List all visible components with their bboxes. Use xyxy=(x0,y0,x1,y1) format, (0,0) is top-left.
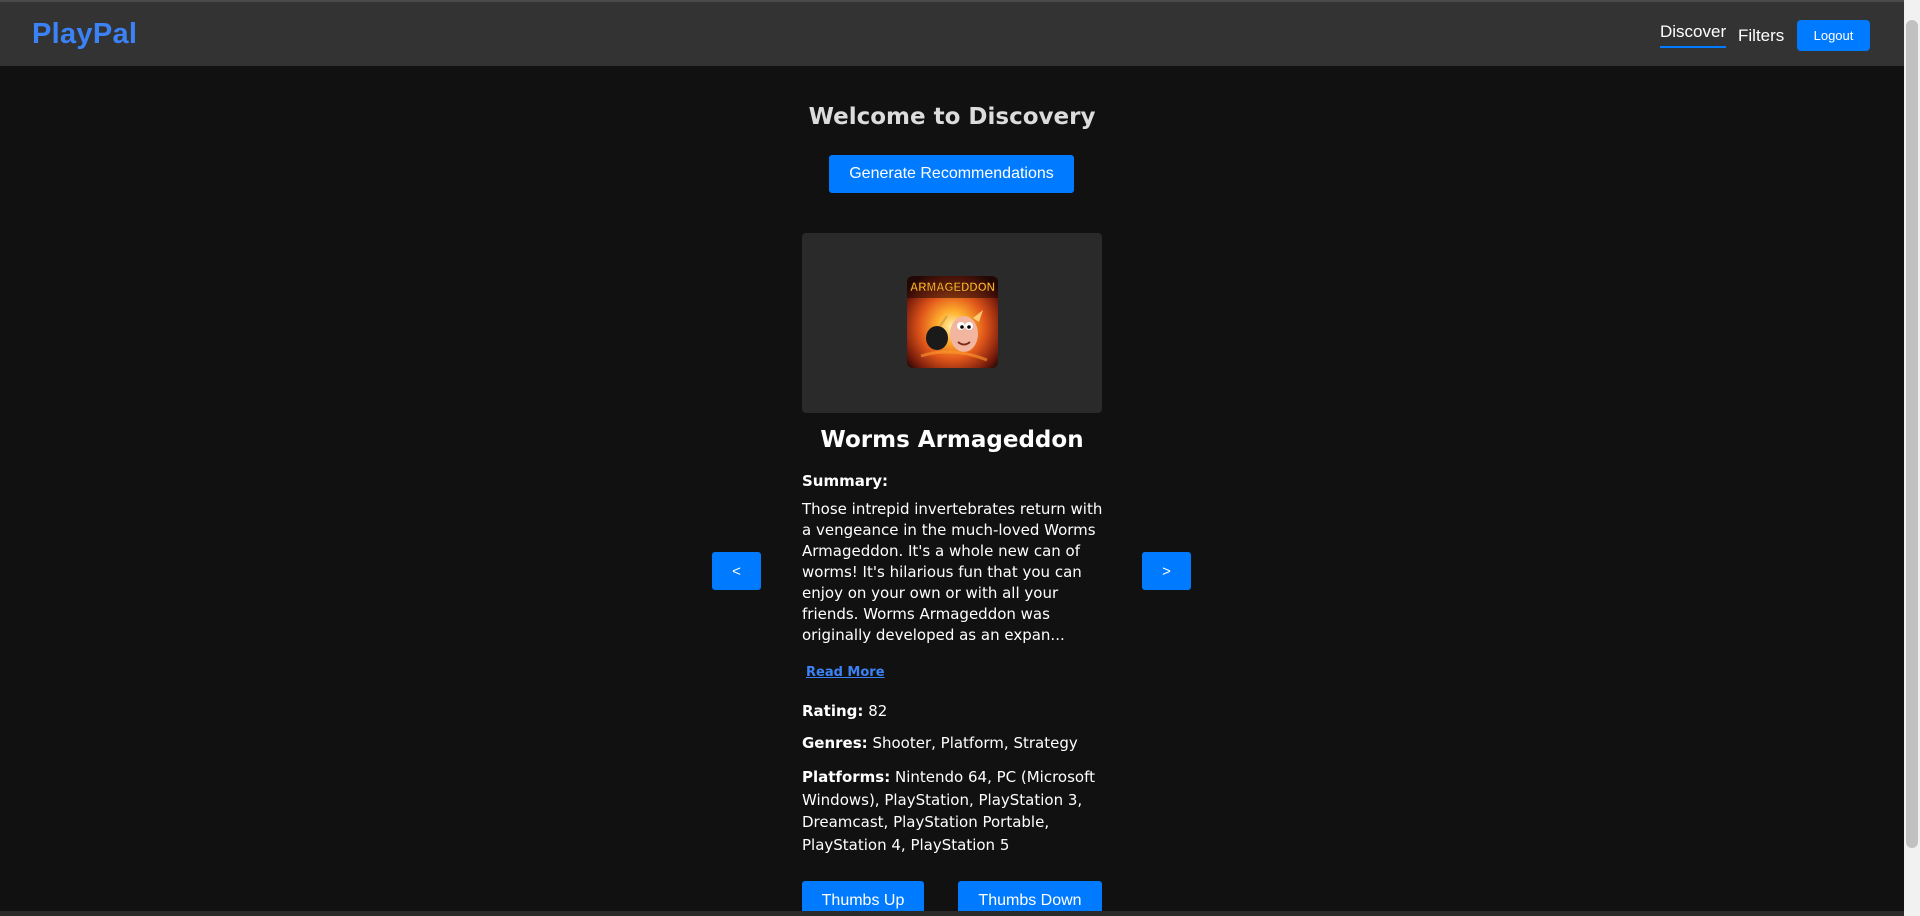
top-navbar: PlayPal Discover Filters Logout xyxy=(0,0,1904,66)
rating-row: Rating: 82 xyxy=(802,701,1107,722)
rating-value: 82 xyxy=(868,702,888,720)
genres-row: Genres: Shooter, Platform, Strategy xyxy=(802,733,1107,754)
next-button[interactable]: > xyxy=(1142,552,1191,590)
nav-discover-link[interactable]: Discover xyxy=(1660,22,1727,48)
previous-button[interactable]: < xyxy=(712,552,761,590)
scrollbar-thumb[interactable] xyxy=(1906,20,1918,848)
page-title: Welcome to Discovery xyxy=(808,104,1096,130)
game-title: Worms Armageddon xyxy=(820,427,1084,453)
page-bottom-edge xyxy=(0,911,1904,916)
logout-button[interactable]: Logout xyxy=(1797,20,1870,51)
rating-label: Rating: xyxy=(802,702,864,720)
brand-logo[interactable]: PlayPal xyxy=(32,18,137,51)
summary-text: Those intrepid invertebrates return with… xyxy=(802,500,1103,644)
vertical-scrollbar[interactable] xyxy=(1904,0,1920,916)
summary-label: Summary: xyxy=(802,472,889,490)
nav-filters-link[interactable]: Filters xyxy=(1738,26,1784,46)
generate-recommendations-button[interactable]: Generate Recommendations xyxy=(829,155,1074,193)
platforms-label: Platforms: xyxy=(802,768,891,786)
app-root: PlayPal Discover Filters Logout Welcome … xyxy=(0,0,1904,916)
cover-title-text: ARMAGEDDON xyxy=(910,282,995,294)
genres-label: Genres: xyxy=(802,734,868,752)
genres-value: Shooter, Platform, Strategy xyxy=(872,734,1078,752)
game-image-container: ARMAGEDDON xyxy=(802,233,1102,413)
platforms-row: Platforms: Nintendo 64, PC (Microsoft Wi… xyxy=(802,766,1107,856)
game-cover-image: ARMAGEDDON xyxy=(907,276,998,368)
read-more-link[interactable]: Read More xyxy=(806,665,885,680)
